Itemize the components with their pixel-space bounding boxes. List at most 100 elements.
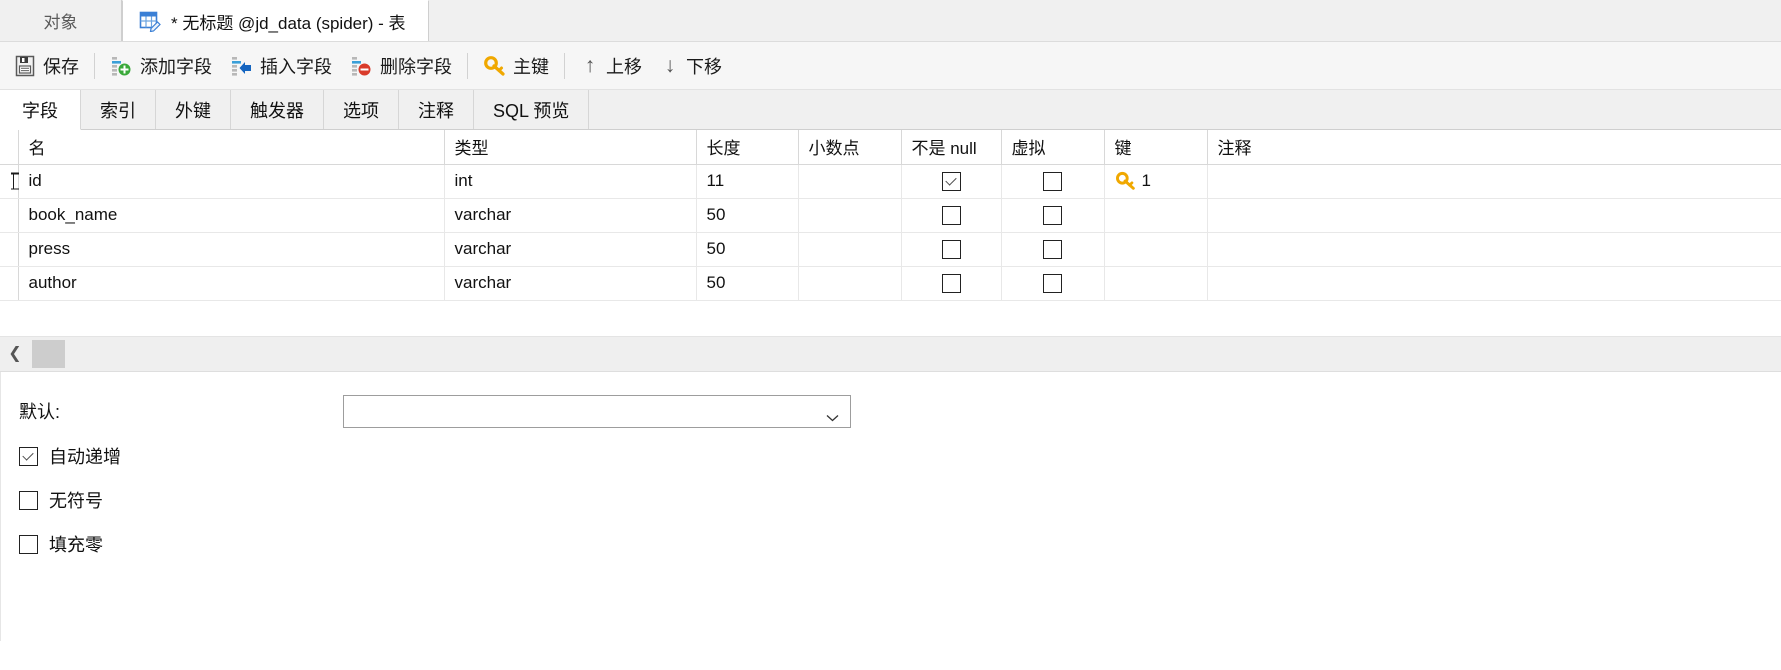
tab-foreign-keys[interactable]: 外键 [156,90,231,129]
add-field-button[interactable]: 添加字段 [101,46,221,86]
cell-key[interactable] [1104,266,1208,301]
table-row[interactable]: press varchar 50 [0,232,1781,267]
cell-field-type[interactable]: varchar [444,266,697,301]
col-header-type[interactable]: 类型 [444,130,697,165]
cell-field-length[interactable]: 50 [696,232,799,267]
scroll-left-icon[interactable]: ❮ [0,346,30,362]
not-null-checkbox[interactable] [941,240,961,259]
cell-key[interactable] [1104,232,1208,267]
row-selector[interactable] [0,266,19,301]
virtual-checkbox[interactable] [1043,206,1062,225]
table-row[interactable]: id int 11 1 [0,164,1781,199]
col-header-virtual[interactable]: 虚拟 [1001,130,1105,165]
tab-fields[interactable]: 字段 [0,90,81,130]
zerofill-row[interactable]: 填充零 [19,522,1781,566]
tab-triggers-label: 触发器 [250,100,304,121]
cell-field-length[interactable]: 50 [696,266,799,301]
move-up-button-label: 上移 [606,56,642,77]
move-up-button[interactable]: ↑ 上移 [571,46,651,86]
tab-table-designer[interactable]: * 无标题 @jd_data (spider) - 表 [122,0,429,41]
cell-virtual[interactable] [1001,164,1105,199]
cell-field-length[interactable]: 50 [696,198,799,233]
arrow-down-icon: ↓ [664,54,676,77]
cell-field-decimals[interactable] [798,198,902,233]
chevron-down-icon [826,407,839,422]
cell-not-null[interactable] [901,164,1002,199]
tab-objects[interactable]: 对象 [0,0,122,41]
unsigned-checkbox[interactable] [19,490,38,510]
tab-sql-preview[interactable]: SQL 预览 [474,90,590,129]
col-header-length[interactable]: 长度 [696,130,799,165]
cell-field-decimals[interactable] [798,232,902,267]
insert-field-icon [230,54,254,78]
cell-key[interactable] [1104,198,1208,233]
cell-not-null[interactable] [901,198,1002,233]
cell-comment[interactable] [1207,164,1781,199]
tab-table-designer-label: * 无标题 @jd_data (spider) - 表 [171,13,406,33]
tab-options[interactable]: 选项 [324,90,399,129]
horizontal-scrollbar[interactable]: ❮ [0,336,1781,372]
auto-increment-row[interactable]: 自动递增 [19,434,1781,478]
delete-field-button[interactable]: 删除字段 [341,46,461,86]
move-down-button[interactable]: ↓ 下移 [651,46,731,86]
scrollbar-thumb[interactable] [32,340,65,368]
insert-field-button[interactable]: 插入字段 [221,46,341,86]
row-selector[interactable] [0,232,19,267]
row-selector[interactable] [0,164,19,199]
cell-field-length[interactable]: 11 [696,164,799,199]
not-null-checkbox[interactable] [941,206,961,225]
row-selector[interactable] [0,198,19,233]
cell-comment[interactable] [1207,232,1781,267]
field-grid: 名 类型 长度 小数点 不是 null 虚拟 键 注释 id int 11 1 … [0,130,1781,336]
cell-virtual[interactable] [1001,232,1105,267]
col-header-comment[interactable]: 注释 [1207,130,1781,165]
primary-key-button[interactable]: 主键 [474,46,558,86]
cell-field-name[interactable]: id [18,164,445,199]
unsigned-label: 无符号 [49,491,103,511]
cell-key[interactable]: 1 [1104,164,1208,199]
col-header-decimals[interactable]: 小数点 [798,130,902,165]
toolbar: 保存 添加字段 插入字段 删除字段 主键 ↑ 上移 ↓ 下移 [0,42,1781,90]
toolbar-separator-3 [564,52,565,79]
cell-virtual[interactable] [1001,266,1105,301]
tab-triggers[interactable]: 触发器 [231,90,324,129]
zerofill-checkbox[interactable] [19,534,38,554]
cell-not-null[interactable] [901,266,1002,301]
cell-comment[interactable] [1207,198,1781,233]
auto-increment-checkbox[interactable] [19,446,38,466]
tab-indexes[interactable]: 索引 [81,90,156,129]
col-header-key[interactable]: 键 [1104,130,1208,165]
not-null-checkbox[interactable] [941,172,961,191]
unsigned-row[interactable]: 无符号 [19,478,1781,522]
grid-corner [0,130,19,165]
cell-field-type[interactable]: varchar [444,198,697,233]
cell-field-type[interactable]: varchar [444,232,697,267]
window-tabbar: 对象 * 无标题 @jd_data (spider) - 表 [0,0,1781,42]
table-row[interactable]: author varchar 50 [0,266,1781,301]
not-null-checkbox[interactable] [941,274,961,293]
cell-not-null[interactable] [901,232,1002,267]
cell-field-name[interactable]: author [18,266,445,301]
col-header-not-null[interactable]: 不是 null [901,130,1002,165]
default-value-combobox[interactable] [343,394,851,428]
tab-objects-label: 对象 [43,13,78,32]
tab-sql-preview-label: SQL 预览 [493,100,570,121]
cell-field-decimals[interactable] [798,266,902,301]
cell-virtual[interactable] [1001,198,1105,233]
cell-field-name[interactable]: book_name [18,198,445,233]
virtual-checkbox[interactable] [1043,172,1062,191]
virtual-checkbox[interactable] [1043,240,1062,259]
text-cursor-icon [10,172,19,190]
cell-field-type[interactable]: int [444,164,697,199]
save-button[interactable]: 保存 [4,46,88,86]
toolbar-separator-2 [467,52,468,79]
cell-comment[interactable] [1207,266,1781,301]
col-header-name[interactable]: 名 [18,130,445,165]
tab-comment[interactable]: 注释 [399,90,474,129]
auto-increment-label: 自动递增 [49,447,121,467]
tab-fields-label: 字段 [22,100,58,121]
table-row[interactable]: book_name varchar 50 [0,198,1781,233]
cell-field-name[interactable]: press [18,232,445,267]
cell-field-decimals[interactable] [798,164,902,199]
virtual-checkbox[interactable] [1043,274,1062,293]
